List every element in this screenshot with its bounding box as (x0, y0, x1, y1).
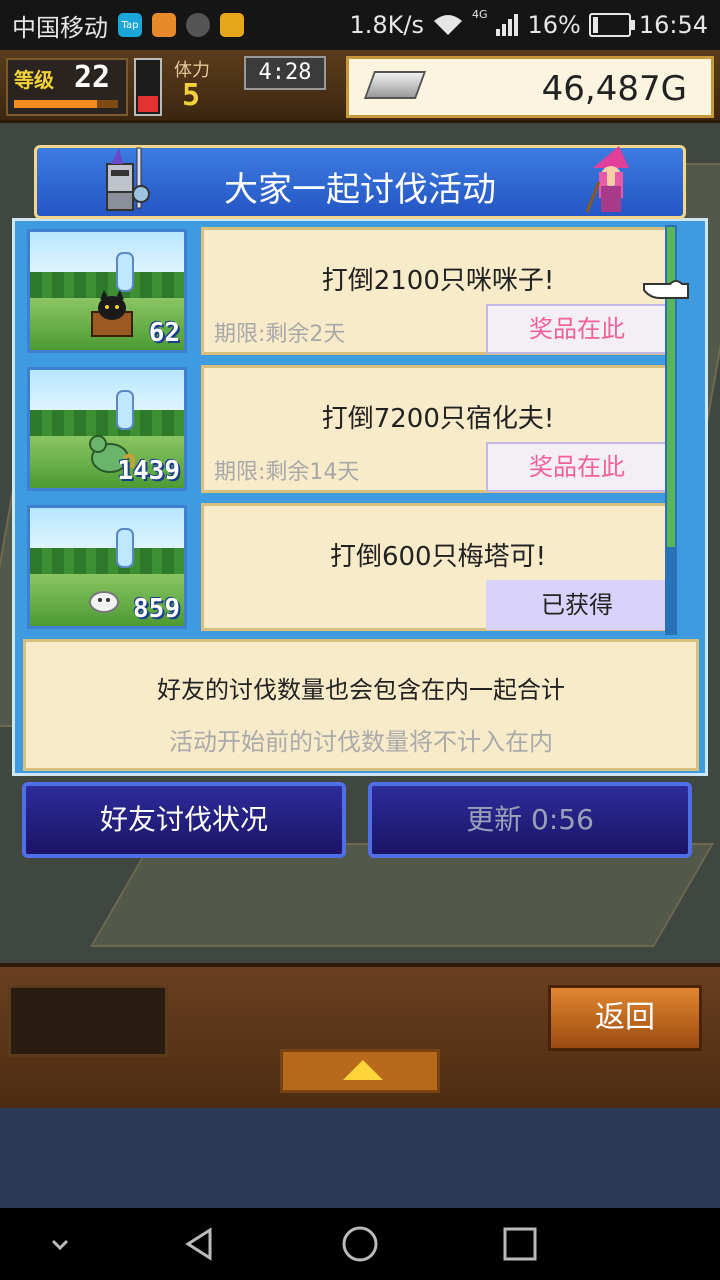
quest-thumbnail: 859 (27, 505, 187, 629)
stamina-value: 5 (182, 78, 201, 113)
quest-list[interactable]: 62 打倒2100只咪咪子! 期限:剩余2天 奖品在此 1439 打倒7200只… (23, 225, 683, 637)
quest-item: 1439 打倒7200只宿化夫! 期限:剩余14天 奖品在此 (23, 363, 683, 495)
obtained-button[interactable]: 已获得 (486, 580, 668, 630)
quest-card: 打倒2100只咪咪子! 期限:剩余2天 奖品在此 (201, 227, 675, 355)
clock: 16:54 (638, 11, 708, 39)
black-cat-monster-icon (91, 290, 133, 337)
arrow-up-icon (343, 1060, 383, 1080)
gold-box: 46,487G (346, 56, 714, 118)
quest-text: 打倒600只梅塔可! (329, 542, 547, 572)
white-slime-monster-icon (89, 591, 119, 613)
info-main-text: 好友的讨伐数量也会包含在内一起合计 (157, 676, 565, 704)
status-bar: 中国移动 Tap 1.8K/s 4G 16% 16:54 (0, 0, 720, 50)
level-box: 等级 22 (6, 58, 128, 116)
exp-bar (14, 100, 118, 108)
home-circle-icon[interactable] (340, 1224, 380, 1264)
expand-up-button[interactable] (280, 1049, 440, 1093)
info-sub-text: 活动开始前的讨伐数量将不计入在内 (169, 728, 553, 756)
prize-button[interactable]: 奖品在此 (486, 304, 668, 354)
quest-deadline: 期限:剩余2天 (214, 322, 346, 347)
quest-item: 859 打倒600只梅塔可! 已获得 (23, 501, 683, 633)
gold-value: 46,487G (541, 69, 687, 109)
navigation-bar (0, 1208, 720, 1280)
defeat-count: 1439 (117, 456, 180, 486)
carrier-label: 中国移动 (12, 13, 108, 42)
bottom-bar: 返回 (0, 963, 720, 1112)
exclamation-icon (116, 528, 134, 568)
quest-text: 打倒7200只宿化夫! (321, 404, 555, 434)
game-app-icon (152, 13, 176, 37)
back-button[interactable]: 返回 (548, 985, 702, 1051)
battery-percent: 16% (527, 11, 581, 39)
event-dialog: 62 打倒2100只咪咪子! 期限:剩余2天 奖品在此 1439 打倒7200只… (12, 218, 708, 776)
defeat-count: 859 (133, 594, 180, 624)
wifi-icon (433, 15, 462, 35)
exclamation-icon (116, 390, 134, 430)
avatar-app-icon (186, 13, 210, 37)
level-value: 22 (74, 60, 111, 95)
info-panel: 好友的讨伐数量也会包含在内一起合计 活动开始前的讨伐数量将不计入在内 (23, 639, 699, 771)
quest-card: 打倒7200只宿化夫! 期限:剩余14天 奖品在此 (201, 365, 675, 493)
signal-icon (496, 14, 519, 36)
empty-slot (8, 985, 168, 1057)
quest-thumbnail: 1439 (27, 367, 187, 491)
battery-icon (588, 13, 635, 37)
back-triangle-icon[interactable] (180, 1224, 220, 1264)
prize-button[interactable]: 奖品在此 (486, 442, 668, 492)
dialog-title-bar: 大家一起讨伐活动 (34, 145, 686, 219)
recents-square-icon[interactable] (500, 1224, 540, 1264)
game-hud: 等级 22 体力 5 4:28 46,487G (0, 50, 720, 123)
quest-item: 62 打倒2100只咪咪子! 期限:剩余2天 奖品在此 (23, 225, 683, 357)
stamina-timer: 4:28 (244, 56, 326, 90)
pink-mage-icon (585, 146, 629, 213)
quest-deadline: 期限:剩余14天 (214, 460, 360, 485)
exclamation-icon (116, 252, 134, 292)
notification-app-icon (220, 13, 244, 37)
silver-bar-icon (363, 71, 427, 99)
quest-text: 打倒2100只咪咪子! (321, 266, 555, 296)
quest-card: 打倒600只梅塔可! 已获得 (201, 503, 675, 631)
pointing-hand-icon (643, 280, 689, 299)
collapse-chevron-icon[interactable] (40, 1224, 80, 1264)
level-label: 等级 (14, 68, 54, 92)
tap-app-icon: Tap (118, 13, 142, 37)
friends-status-button[interactable]: 好友讨伐状况 (22, 782, 346, 858)
net-speed: 1.8K/s (349, 11, 424, 39)
stamina-gauge (134, 58, 162, 116)
defeat-count: 62 (148, 318, 180, 348)
refresh-button[interactable]: 更新 0:56 (368, 782, 692, 858)
network-type: 4G (471, 8, 488, 21)
quest-thumbnail: 62 (27, 229, 187, 353)
background-fill (0, 1108, 720, 1208)
